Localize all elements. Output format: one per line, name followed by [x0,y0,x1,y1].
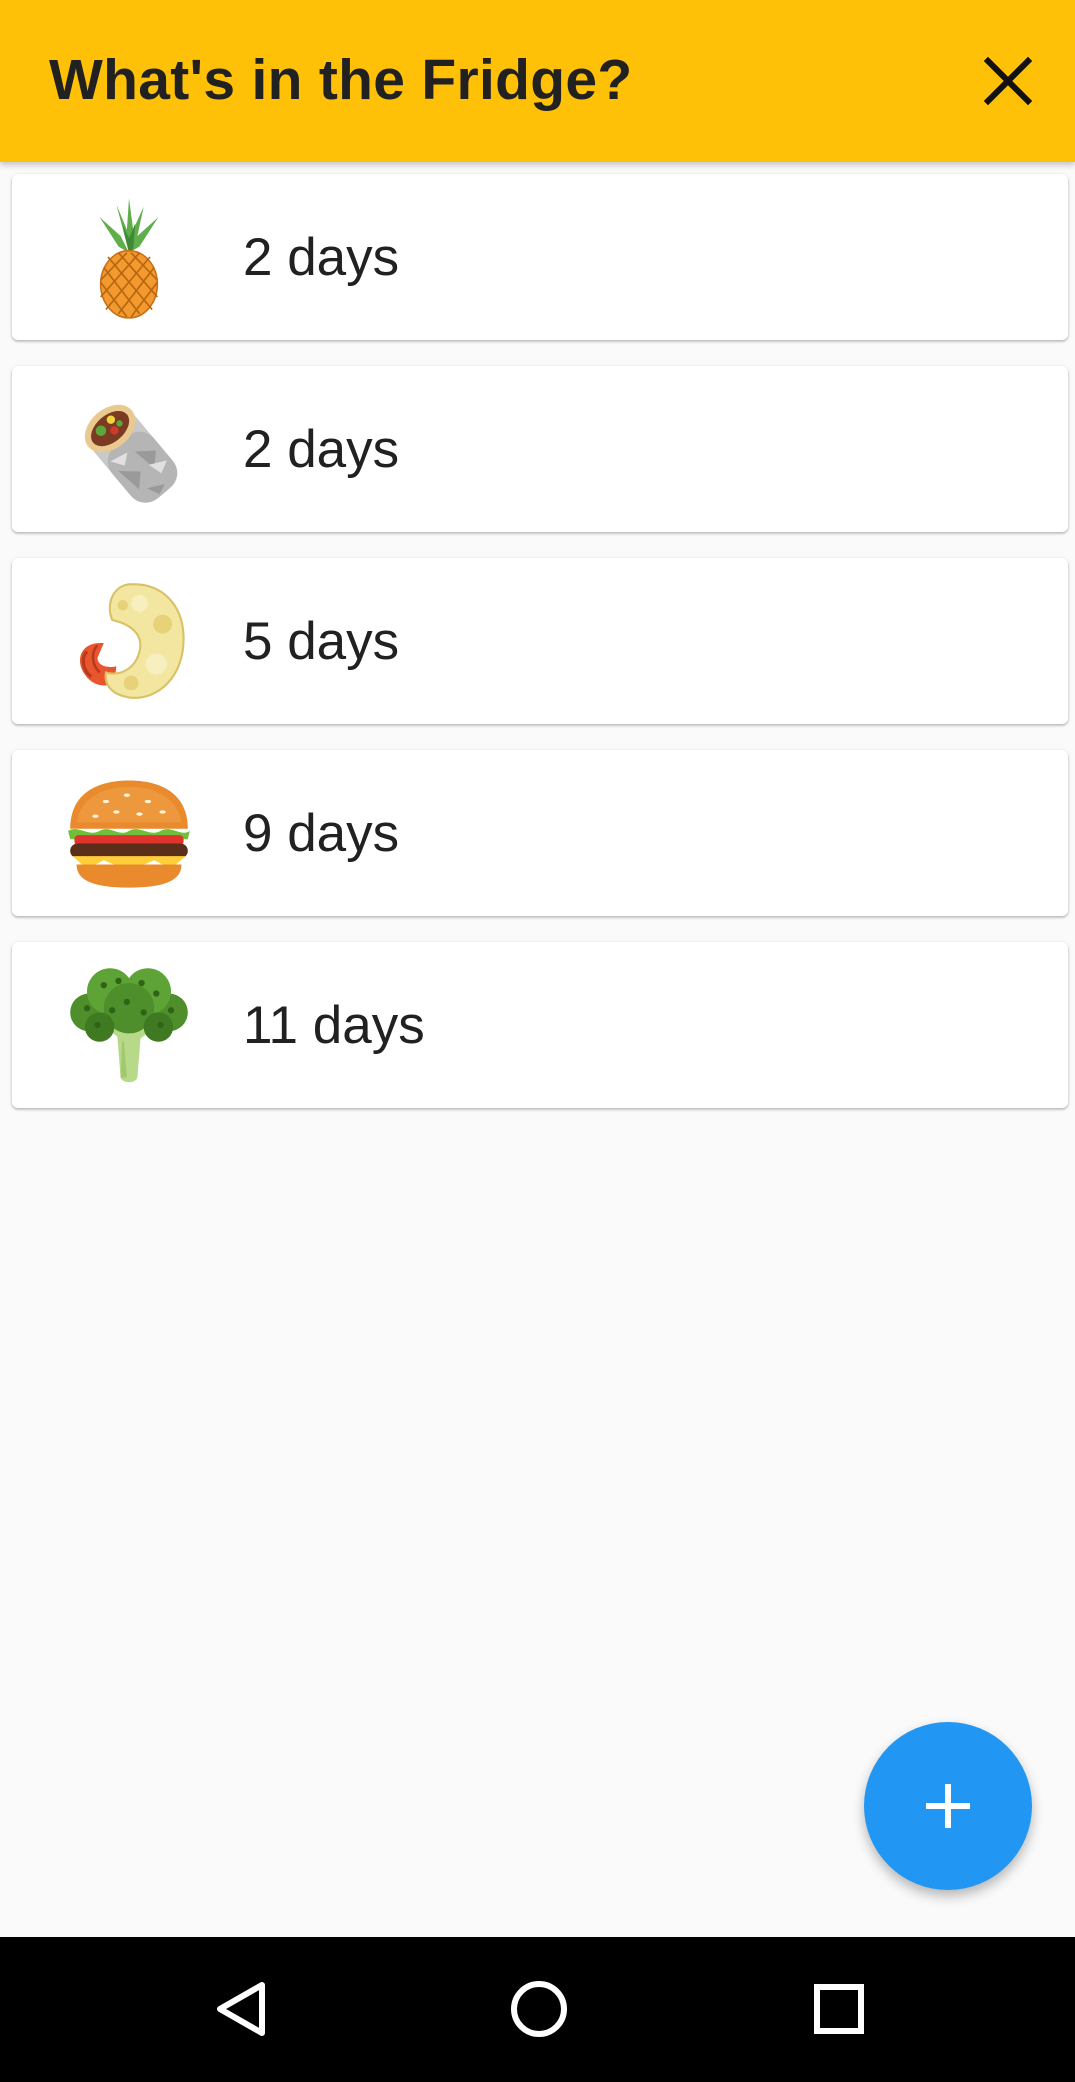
days-remaining-label: 2 days [243,228,400,287]
hamburger-icon [66,770,192,896]
days-remaining-label: 9 days [243,804,400,863]
add-item-button[interactable] [864,1722,1032,1890]
list-item[interactable]: 9 days [12,750,1068,916]
home-button[interactable] [489,1959,589,2059]
fried-shrimp-icon [66,578,192,704]
fridge-item-list: 2 days 2 days 5 days 9 days 11 days [12,174,1068,1134]
list-item[interactable]: 2 days [12,366,1068,532]
recents-square-icon [814,1984,864,2034]
system-navigation-bar [0,1937,1075,2082]
days-remaining-label: 11 days [243,996,425,1055]
close-icon [983,56,1033,106]
home-circle-icon [511,1981,567,2037]
page-title: What's in the Fridge? [49,48,633,112]
burrito-icon [66,386,192,512]
app-bar: What's in the Fridge? [0,0,1075,162]
days-remaining-label: 5 days [243,612,400,671]
back-triangle-icon [217,1982,265,2036]
pineapple-icon [66,194,192,320]
back-button[interactable] [191,1959,291,2059]
list-item[interactable]: 5 days [12,558,1068,724]
broccoli-icon [66,962,192,1088]
list-item[interactable]: 11 days [12,942,1068,1108]
close-button[interactable] [975,48,1041,114]
plus-icon [926,1784,970,1828]
list-item[interactable]: 2 days [12,174,1068,340]
recents-button[interactable] [789,1959,889,2059]
days-remaining-label: 2 days [243,420,400,479]
